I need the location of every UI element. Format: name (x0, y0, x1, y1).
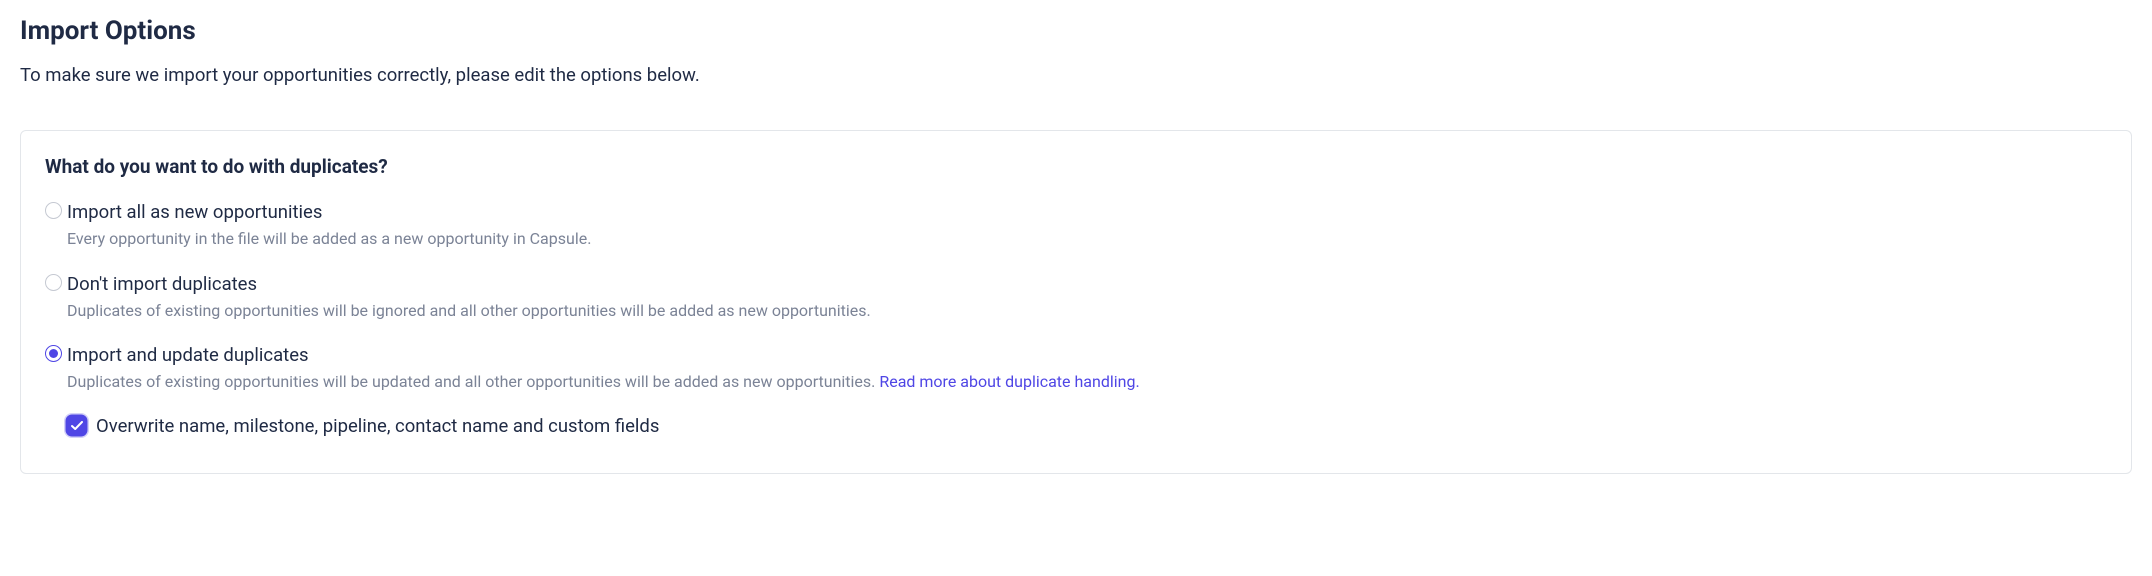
radio-icon[interactable] (45, 202, 62, 219)
check-icon (71, 421, 83, 431)
read-more-link[interactable]: Read more about duplicate handling. (879, 372, 1139, 391)
checkbox-icon[interactable] (67, 416, 86, 435)
option-label: Import and update duplicates (67, 343, 2107, 367)
option-label: Don't import duplicates (67, 272, 2107, 296)
option-dont-import-duplicates[interactable]: Don't import duplicates Duplicates of ex… (45, 272, 2107, 322)
page-title: Import Options (20, 16, 2132, 46)
page-subtitle: To make sure we import your opportunitie… (20, 64, 2132, 86)
option-import-update-duplicates[interactable]: Import and update duplicates Duplicates … (45, 343, 2107, 393)
option-description: Duplicates of existing opportunities wil… (67, 371, 2107, 393)
option-description: Duplicates of existing opportunities wil… (67, 300, 2107, 322)
option-import-all[interactable]: Import all as new opportunities Every op… (45, 200, 2107, 250)
panel-title: What do you want to do with duplicates? (45, 155, 2107, 178)
duplicates-panel: What do you want to do with duplicates? … (20, 130, 2132, 474)
option-label: Import all as new opportunities (67, 200, 2107, 224)
option-description-text: Duplicates of existing opportunities wil… (67, 372, 879, 391)
overwrite-fields-option[interactable]: Overwrite name, milestone, pipeline, con… (67, 415, 2107, 437)
option-description: Every opportunity in the file will be ad… (67, 228, 2107, 250)
radio-icon[interactable] (45, 345, 62, 362)
radio-icon[interactable] (45, 274, 62, 291)
checkbox-label: Overwrite name, milestone, pipeline, con… (96, 415, 659, 437)
